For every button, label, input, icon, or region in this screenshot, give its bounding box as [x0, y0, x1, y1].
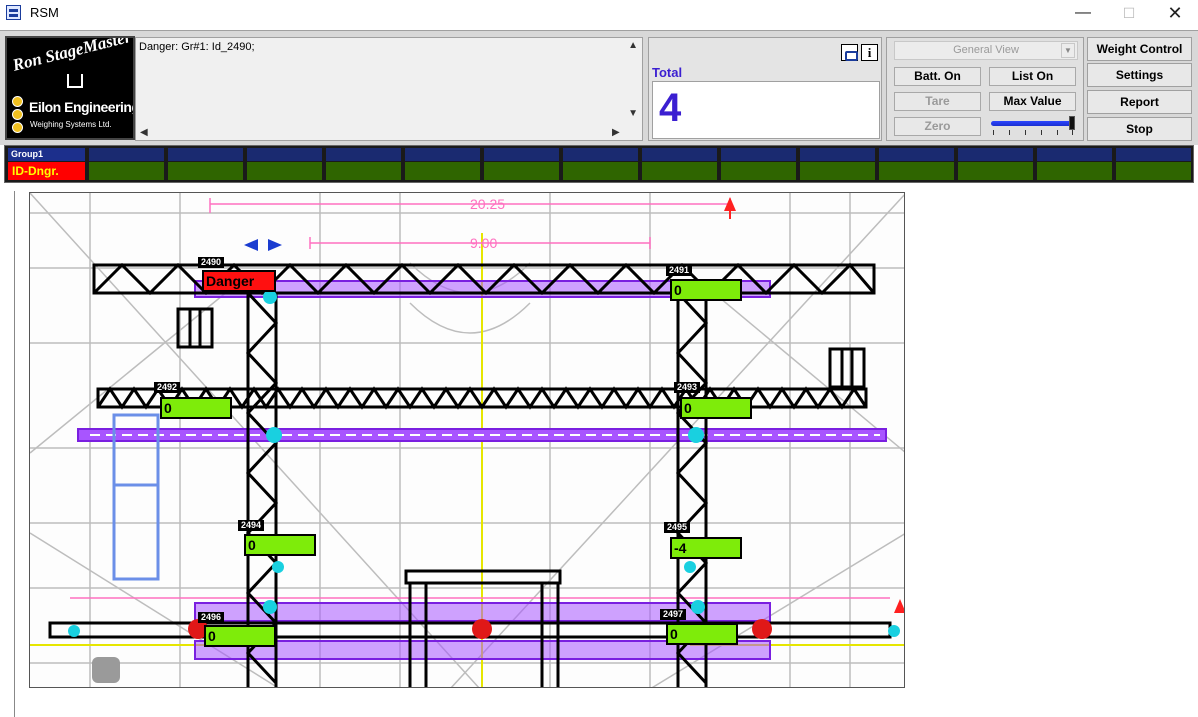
sensor-value-badge[interactable]: 0: [204, 625, 276, 647]
sensor-id-label: 2495: [664, 522, 691, 533]
slider-ticks: [993, 130, 1073, 136]
stop-button[interactable]: Stop: [1087, 117, 1192, 141]
sensor-value-badge[interactable]: 0: [244, 534, 316, 556]
group-cell[interactable]: [168, 148, 243, 180]
main-area: 20.25 9.00 2490 Danger 2491 0 2492 0 249…: [14, 191, 1188, 717]
group-cell[interactable]: [879, 148, 954, 180]
logo-company: Eilon Engineering: [29, 99, 135, 115]
settings-button[interactable]: Settings: [1087, 63, 1192, 87]
slider-track[interactable]: [991, 121, 1073, 126]
print-icon[interactable]: [841, 44, 858, 61]
slider-thumb[interactable]: [1068, 116, 1075, 130]
zero-button[interactable]: Zero: [894, 117, 981, 136]
maximize-button[interactable]: ☐: [1106, 0, 1152, 26]
view-select[interactable]: General View ▼: [894, 41, 1078, 60]
horizontal-scrollbar[interactable]: ◀ ▶: [136, 123, 626, 140]
total-label: Total: [652, 65, 683, 80]
sensor-value-badge[interactable]: -4: [670, 537, 742, 559]
truss-plan: 20.25 9.00: [30, 193, 904, 687]
total-display: 4: [652, 81, 880, 139]
report-button[interactable]: Report: [1087, 90, 1192, 114]
max-value-button[interactable]: Max Value: [989, 92, 1076, 111]
vertical-scrollbar[interactable]: ▲ ▼: [626, 38, 642, 124]
sensor-value-badge[interactable]: 0: [670, 279, 742, 301]
title-bar: RSM — ☐ ✕: [0, 0, 1198, 26]
total-panel: i Total 4: [648, 37, 882, 141]
sensor-id-label: 2493: [674, 382, 701, 393]
company-logo: Ron StageMaster Eilon Engineering Weighi…: [5, 36, 135, 140]
sensor-id-label: 2494: [238, 520, 265, 531]
sensor-id-label: 2497: [660, 609, 687, 620]
side-buttons: Weight Control Settings Report Stop: [1087, 37, 1193, 141]
sensor-id-label: 2496: [198, 612, 225, 623]
group-cell[interactable]: [642, 148, 717, 180]
group-name[interactable]: Group1: [8, 148, 85, 161]
dimension-label: 20.25: [470, 196, 505, 212]
group-cell[interactable]: [721, 148, 796, 180]
app-icon: [6, 5, 21, 20]
sensor-value-badge[interactable]: Danger: [202, 270, 276, 292]
controls-panel: General View ▼ Batt. On List On Tare Max…: [886, 37, 1084, 141]
window-title: RSM: [30, 5, 59, 20]
sensor-value-badge[interactable]: 0: [160, 397, 232, 419]
tare-button[interactable]: Tare: [894, 92, 981, 111]
stage-drawing[interactable]: 20.25 9.00 2490 Danger 2491 0 2492 0 249…: [29, 192, 905, 688]
scroll-up-icon[interactable]: ▲: [628, 40, 638, 51]
logo-badge-icon: [12, 96, 24, 135]
logo-subtitle: Weighing Systems Ltd.: [30, 120, 112, 129]
group-bar: Group1 ID-Dngr.: [4, 145, 1194, 183]
close-button[interactable]: ✕: [1152, 0, 1198, 26]
group-cell[interactable]: [958, 148, 1033, 180]
total-value: 4: [659, 86, 682, 130]
group-cell[interactable]: [326, 148, 401, 180]
scroll-left-icon[interactable]: ◀: [140, 127, 148, 138]
group-cell[interactable]: [484, 148, 559, 180]
view-select-value: General View: [953, 44, 1019, 56]
sensor-id-label: 2490: [198, 257, 225, 268]
group-cell[interactable]: [247, 148, 322, 180]
batt-on-button[interactable]: Batt. On: [894, 67, 981, 86]
group-cell[interactable]: [800, 148, 875, 180]
chevron-down-icon[interactable]: ▼: [1061, 43, 1075, 58]
sensor-id-label: 2491: [666, 265, 693, 276]
list-on-button[interactable]: List On: [989, 67, 1076, 86]
scroll-right-icon[interactable]: ▶: [612, 127, 620, 138]
group-cell[interactable]: [89, 148, 164, 180]
weight-control-button[interactable]: Weight Control: [1087, 37, 1192, 61]
info-icon[interactable]: i: [861, 44, 878, 61]
group-status-badge[interactable]: ID-Dngr.: [8, 162, 85, 180]
scroll-down-icon[interactable]: ▼: [628, 108, 638, 119]
level-slider[interactable]: [989, 116, 1077, 138]
dimension-label: 9.00: [470, 235, 497, 251]
minimize-button[interactable]: —: [1060, 0, 1106, 26]
group-cell[interactable]: [405, 148, 480, 180]
message-box[interactable]: Danger: Gr#1: Id_2490; ▲ ▼ ◀ ▶: [135, 37, 643, 141]
logo-brand: Ron StageMaster: [10, 36, 133, 75]
message-text: Danger: Gr#1: Id_2490;: [139, 41, 255, 53]
top-panel: Ron StageMaster Eilon Engineering Weighi…: [0, 30, 1198, 145]
director-chair-icon: [67, 74, 83, 88]
sensor-id-label: 2492: [154, 382, 181, 393]
sensor-value-badge[interactable]: 0: [666, 623, 738, 645]
group-cell[interactable]: [1116, 148, 1191, 180]
group-cell[interactable]: [563, 148, 638, 180]
group-cell[interactable]: [1037, 148, 1112, 180]
sensor-value-badge[interactable]: 0: [680, 397, 752, 419]
